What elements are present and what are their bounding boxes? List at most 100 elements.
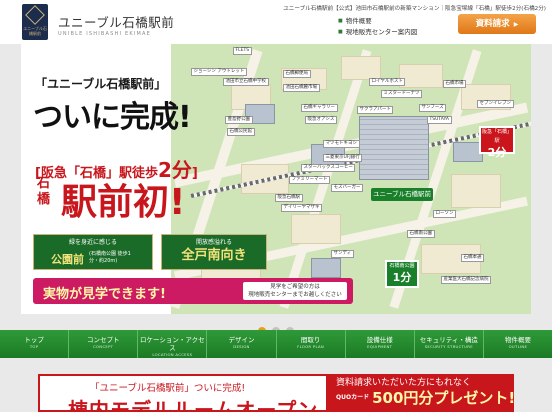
map-label: デイリーヤマザキ bbox=[281, 204, 322, 212]
viewing-banner-text: 実物が見学できます! bbox=[43, 287, 166, 302]
map-label: サクラアパート bbox=[357, 106, 394, 114]
map-label: 石橋公民館 bbox=[227, 128, 255, 136]
nav-concept[interactable]: コンセプト CONCEPT bbox=[69, 330, 139, 358]
nav-label: デザイン bbox=[228, 336, 255, 344]
map-label: 阪急石橋駅 bbox=[275, 194, 303, 202]
map-label: ジョーシン アウトレット bbox=[191, 68, 247, 76]
map-label: モスバーガー bbox=[331, 184, 363, 192]
map-label: セブンイレブン bbox=[477, 100, 514, 108]
station-badge-minutes: 2分 bbox=[487, 146, 507, 159]
map-building bbox=[311, 258, 341, 278]
global-nav: トップ TOP コンセプト CONCEPT ロケーション・アクセス LOCATION … bbox=[0, 330, 552, 358]
map-label: 池田石橋麓市場 bbox=[283, 84, 320, 92]
nav-label: セキュリティ・構造 bbox=[419, 336, 478, 344]
link-sales-center-map[interactable]: 現地販売センター案内図 bbox=[338, 27, 418, 38]
nav-label: 物件概要 bbox=[504, 336, 531, 344]
site-header: ユニーブル石橋駅前 ユニーブル石橋駅前 UNIBLE ISHIBASHI EKI… bbox=[0, 0, 552, 44]
feature-park-sub: (石橋南公園 徒歩1分・約20m) bbox=[89, 251, 131, 264]
first-big-text: 駅前初! bbox=[61, 182, 186, 223]
nav-sublabel: EQUIPMENT bbox=[367, 344, 393, 349]
map-label: 石橋ギャラリー bbox=[301, 104, 338, 112]
map-label: 豊島野公園 bbox=[225, 116, 253, 124]
hero-headline: ついに完成! bbox=[33, 100, 192, 135]
area-map-illustration: ユニーブル石橋駅前 FLETS ジョーシン アウトレット 池田市立石橋中学校 石… bbox=[169, 44, 531, 314]
map-label: TSUTAYA bbox=[427, 116, 452, 124]
nav-sublabel: OUTLINE bbox=[508, 344, 528, 349]
nav-label: コンセプト bbox=[86, 336, 120, 344]
station-badge-label: 阪急「石橋」駅 bbox=[481, 129, 512, 144]
tower-label: ユニーブル石橋駅前 bbox=[371, 188, 433, 201]
condominium-tower bbox=[359, 116, 429, 180]
logo-title[interactable]: ユニーブル石橋駅前 bbox=[58, 12, 174, 31]
first-small-text: 石橋 bbox=[37, 176, 51, 207]
map-label: スターバックスコーヒー bbox=[301, 164, 356, 172]
map-label: 石橋本通 bbox=[461, 254, 484, 262]
logo-crest-icon bbox=[25, 5, 45, 25]
nav-floor-plan[interactable]: 間取り FLOOR PLAN bbox=[277, 330, 346, 358]
nav-outline[interactable]: 物件概要 OUTLINE bbox=[484, 330, 552, 358]
model-room-line1: 「ユニーブル石橋駅前」ついに完成! bbox=[90, 383, 246, 394]
nav-label: 設備仕様 bbox=[366, 336, 393, 344]
viewing-note-line1: 見学をご希望の方は bbox=[270, 284, 320, 290]
map-block bbox=[451, 174, 501, 208]
nav-sublabel: DESIGN bbox=[233, 344, 250, 349]
link-outline[interactable]: 物件概要 bbox=[338, 16, 417, 27]
hero-slide[interactable]: ユニーブル石橋駅前 FLETS ジョーシン アウトレット 池田市立石橋中学校 石… bbox=[21, 44, 531, 314]
request-materials-button[interactable]: 資料請求 ▶ bbox=[458, 14, 536, 34]
model-room-banner[interactable]: 「ユニーブル石橋駅前」ついに完成! 棟内モデルルームオープン 資料請求いただいた… bbox=[38, 374, 514, 412]
request-materials-label: 資料請求 bbox=[475, 19, 510, 29]
map-label: 石橋市場 bbox=[443, 80, 466, 88]
nav-label: トップ bbox=[24, 336, 44, 344]
header-links: 物件概要 現地販売センター案内図 bbox=[338, 16, 418, 38]
nav-label: ロケーション・アクセス bbox=[140, 336, 205, 352]
map-label: 石橋郵便局 bbox=[283, 70, 311, 78]
header-tagline: ユニーブル石橋駅前【公式】池田市石橋駅前の新築マンション｜阪急宝塚線「石橋」駅徒… bbox=[283, 6, 546, 12]
quo-card-label: QUOカード bbox=[336, 394, 370, 401]
present-offer: 資料請求いただいた方にもれなく QUOカード 500円分プレゼント! bbox=[336, 378, 514, 407]
nav-sublabel: SECURITY STRUCTURE bbox=[424, 344, 473, 349]
map-block bbox=[341, 56, 381, 80]
feature-park: 緑を身近に感じる 公園前 (石橋南公園 徒歩1分・約20m) bbox=[33, 234, 153, 270]
map-label: 石橋南公園 bbox=[407, 230, 435, 238]
arrow-right-icon: ▶ bbox=[513, 21, 519, 28]
map-label: FLETS bbox=[233, 47, 252, 55]
present-offer-line2: QUOカード 500円分プレゼント! bbox=[336, 389, 514, 407]
viewing-banner[interactable]: 実物が見学できます! 見学をご希望の方は 現地販売センターまでお越しください bbox=[33, 278, 353, 304]
logo-mark[interactable]: ユニーブル石橋駅前 bbox=[22, 4, 48, 40]
nav-top[interactable]: トップ TOP bbox=[0, 330, 70, 358]
feature-park-main: 公園前 bbox=[50, 253, 84, 266]
map-label: サンディ bbox=[331, 250, 354, 258]
map-label: サンフーズ bbox=[419, 104, 447, 112]
nav-sublabel: CONCEPT bbox=[93, 344, 114, 349]
feature-park-top: 緑を身近に感じる bbox=[68, 239, 117, 246]
present-amount: 500円分プレゼント! bbox=[372, 389, 514, 407]
viewing-note-line2: 現地販売センターまでお越しください bbox=[248, 292, 342, 298]
feature-south-top: 開放感溢れる bbox=[195, 239, 232, 246]
present-offer-line1: 資料請求いただいた方にもれなく bbox=[336, 378, 472, 388]
hero-headline-small: 「ユニーブル石橋駅前」 bbox=[35, 77, 167, 91]
station-walk-badge: 阪急「石橋」駅 2分 bbox=[479, 126, 515, 159]
map-label: 産業医大石橋記念病院 bbox=[441, 276, 491, 284]
map-label: ロイヤルホスト bbox=[369, 78, 406, 86]
park-badge-minutes: 1分 bbox=[392, 271, 412, 284]
feature-south-facing: 開放感溢れる 全戸南向き bbox=[161, 234, 267, 270]
nav-security[interactable]: セキュリティ・構造 SECURITY STRUCTURE bbox=[415, 330, 484, 358]
viewing-banner-note: 見学をご希望の方は 現地販売センターまでお越しください bbox=[243, 282, 347, 300]
feature-south-main: 全戸南向き bbox=[181, 248, 247, 263]
park-walk-badge: 石橋南公園 1分 bbox=[385, 260, 419, 288]
map-label: ミスタードーナツ bbox=[381, 90, 422, 98]
map-label: ローソン bbox=[433, 210, 456, 218]
nav-equipment[interactable]: 設備仕様 EQUIPMENT bbox=[346, 330, 415, 358]
promo-area: 「ユニーブル石橋駅前」ついに完成! 棟内モデルルームオープン 資料請求いただいた… bbox=[0, 358, 552, 412]
map-label: 阪急オアシス bbox=[305, 116, 337, 124]
logo-subtitle: UNIBLE ISHIBASHI EKIMAE bbox=[58, 31, 151, 37]
nav-design[interactable]: デザイン DESIGN bbox=[207, 330, 277, 358]
map-block bbox=[399, 64, 443, 88]
station-line-suffix: ] bbox=[191, 166, 198, 181]
map-block bbox=[291, 214, 341, 244]
park-badge-label: 石橋南公園 bbox=[389, 263, 415, 269]
model-room-line2: 棟内モデルルームオープン bbox=[68, 398, 319, 412]
map-label: マツモトキヨシ bbox=[323, 140, 360, 148]
map-label: ファミリーマート bbox=[289, 176, 330, 184]
nav-location[interactable]: ロケーション・アクセス LOCATION ACCESS bbox=[138, 330, 208, 358]
